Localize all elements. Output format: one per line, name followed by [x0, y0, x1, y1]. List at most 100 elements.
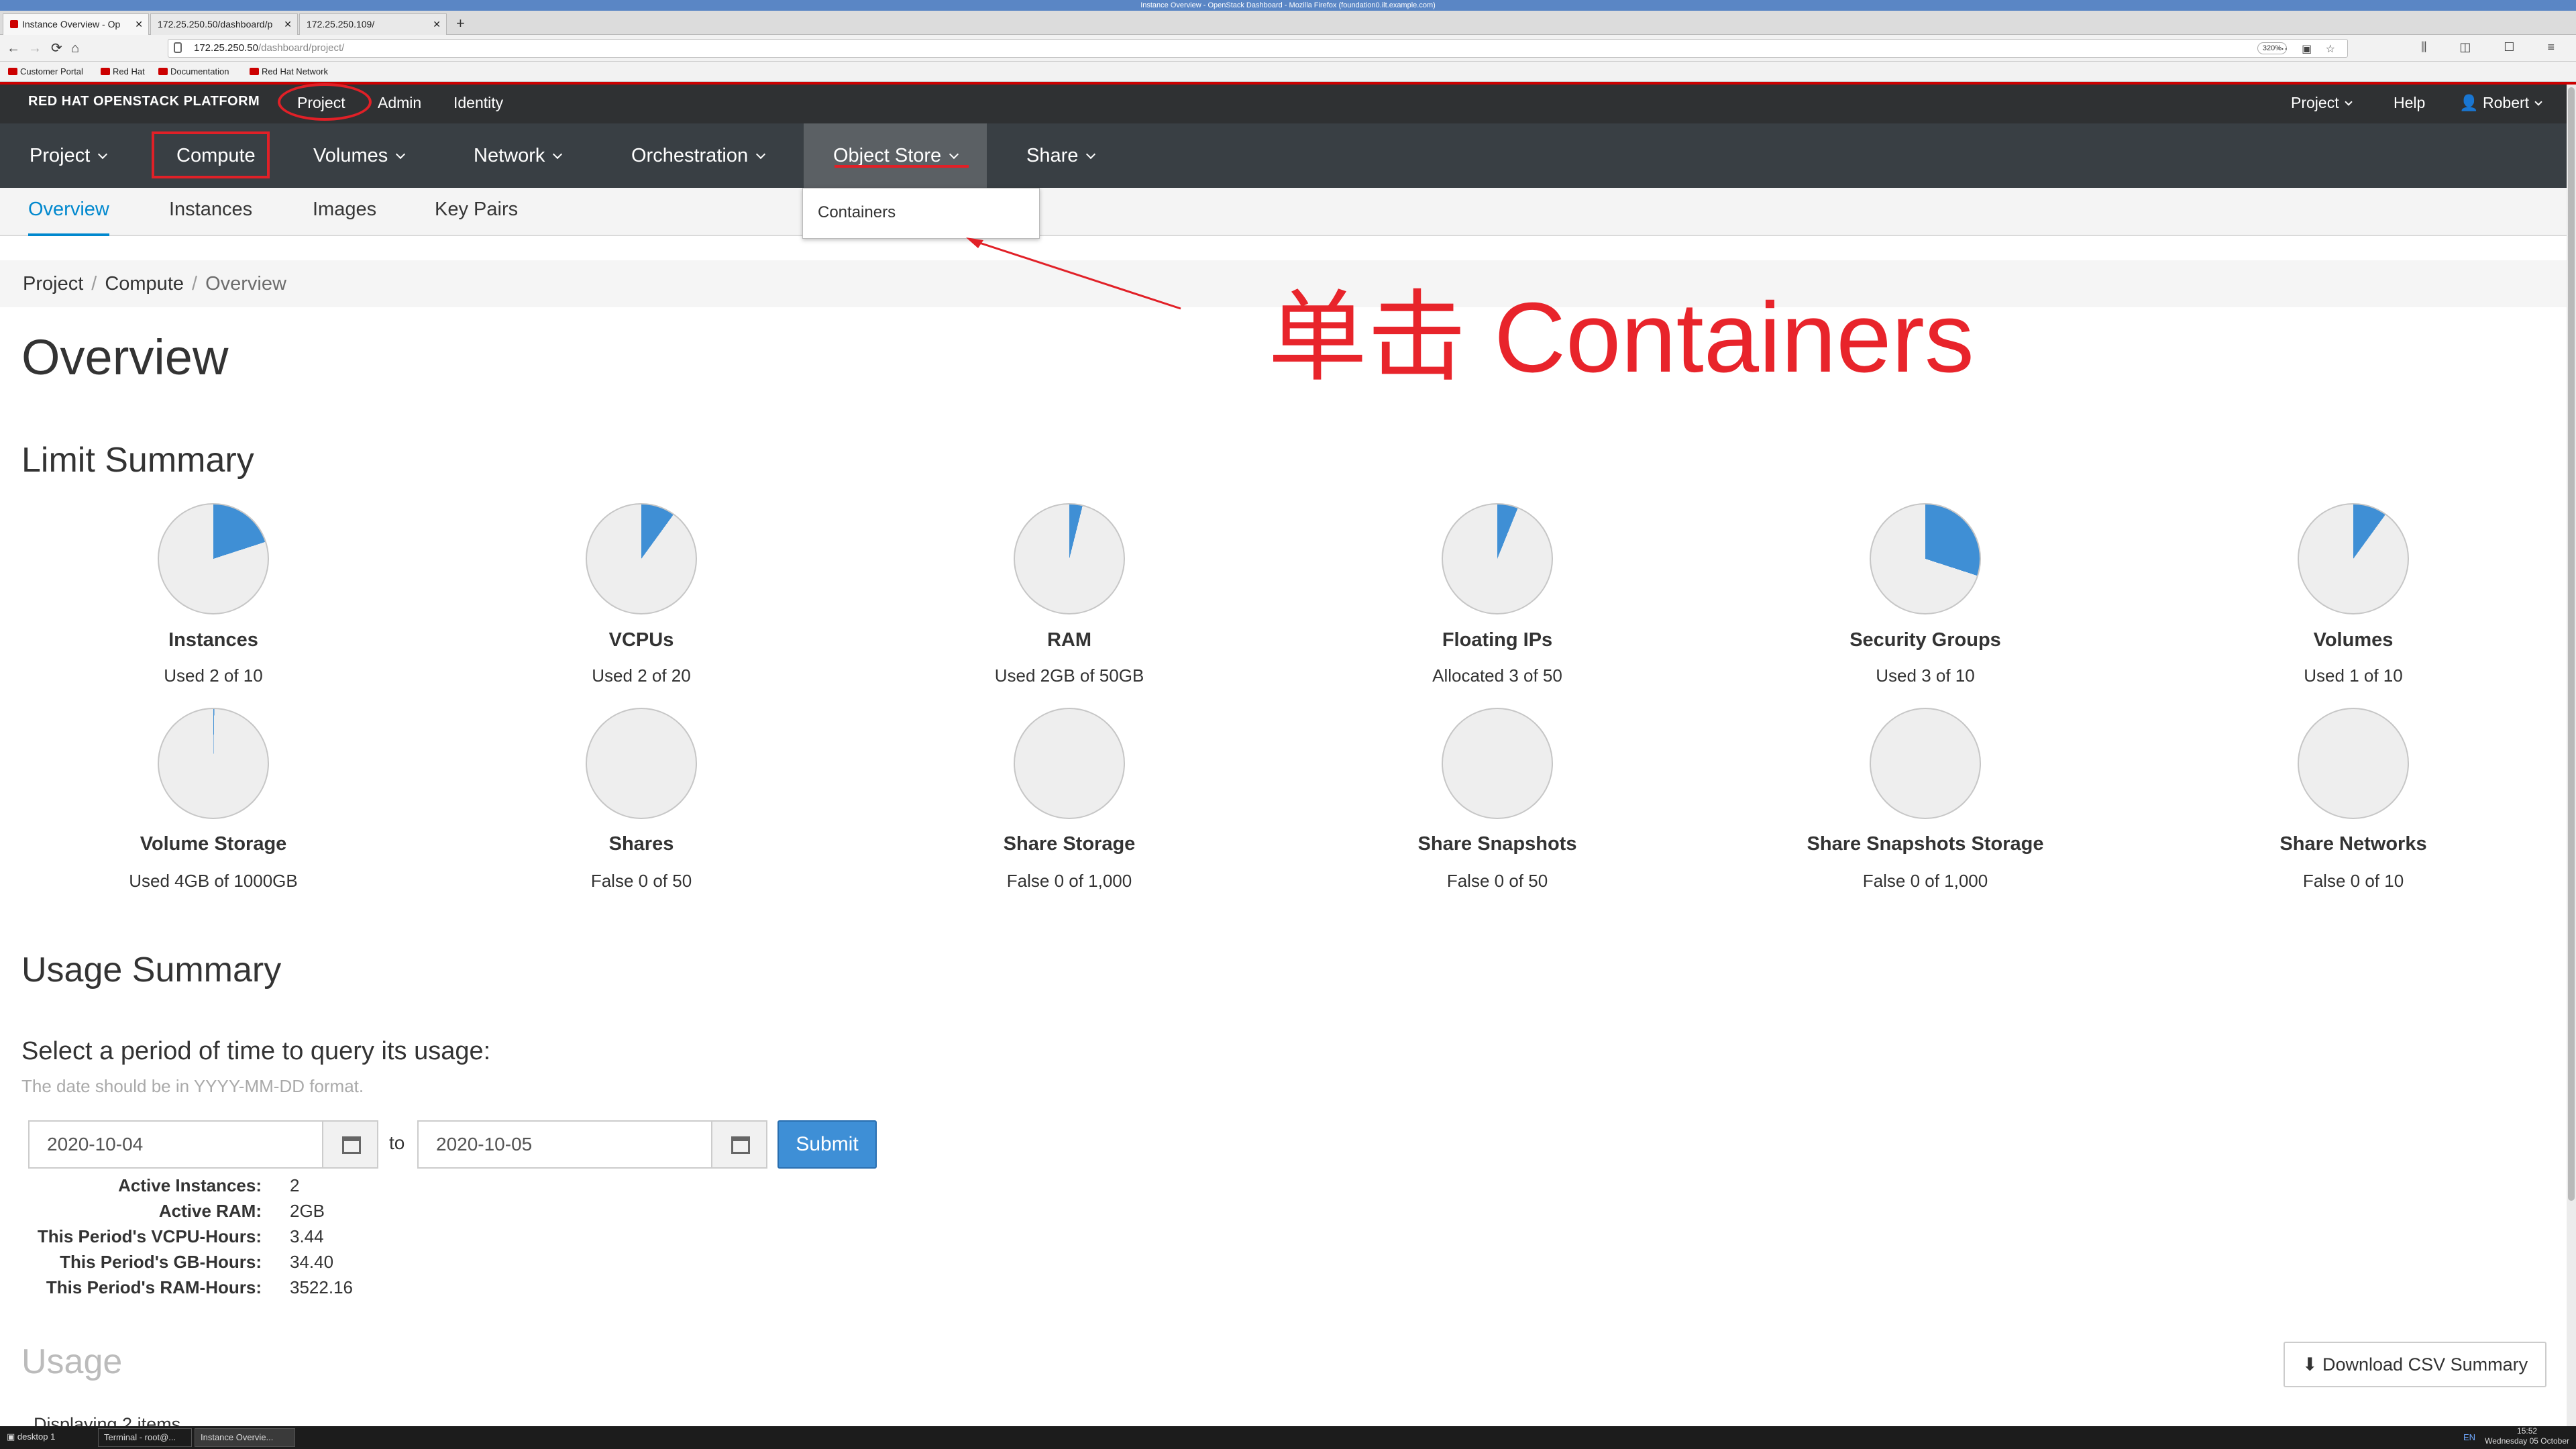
desktop-label: desktop 1 [17, 1432, 56, 1442]
limit-usage-text: Used 2 of 10 [164, 665, 263, 686]
bookmark-customer-portal[interactable]: Customer Portal [8, 66, 83, 76]
end-date-input[interactable]: 2020-10-05 [417, 1120, 712, 1169]
browser-tab-instance-overview[interactable]: Instance Overview - Op ✕ [3, 13, 149, 35]
bookmark-red-hat[interactable]: Red Hat [101, 66, 145, 76]
nav-label: Share [1026, 145, 1079, 166]
calendar-icon [342, 1136, 361, 1154]
project-nav: Project Compute Volumes Network Orchestr… [0, 123, 2576, 188]
taskbar-clock[interactable]: 15:52 Wednesday 05 October [2485, 1426, 2569, 1446]
masthead-admin-link[interactable]: Admin [378, 94, 421, 112]
tab-label: 172.25.250.109/ [307, 19, 375, 30]
limit-pie-chart [586, 503, 697, 614]
desktop-switcher[interactable]: ▣ desktop 1 [1, 1428, 95, 1447]
end-date-calendar-button[interactable] [711, 1120, 767, 1169]
limit-usage-text: Used 2GB of 50GB [994, 665, 1144, 686]
chevron-down-icon [553, 149, 563, 160]
dropdown-item-containers[interactable]: Containers [818, 203, 896, 222]
limit-pie-chart [586, 708, 697, 819]
usage-query-label: Select a period of time to query its usa… [21, 1037, 491, 1065]
limit-pie-chart [1870, 503, 1981, 614]
start-date-input[interactable]: 2020-10-04 [28, 1120, 323, 1169]
apps-menu-icon: ▣ [7, 1432, 15, 1442]
limit-name: Instances [168, 629, 258, 651]
limit-usage-text: False 0 of 10 [2302, 871, 2404, 891]
breadcrumb-project[interactable]: Project [23, 273, 83, 294]
close-tab-icon[interactable]: ✕ [135, 14, 143, 34]
taskbar-firefox[interactable]: Instance Overvie... [195, 1428, 295, 1447]
tab-key-pairs[interactable]: Key Pairs [435, 188, 518, 236]
date-format-hint: The date should be in YYYY-MM-DD format. [21, 1076, 364, 1096]
tab-overview[interactable]: Overview [28, 188, 109, 236]
annotation-underline-object-store [835, 165, 969, 168]
forward-icon[interactable]: → [28, 40, 42, 56]
download-csv-label: Download CSV Summary [2322, 1354, 2528, 1375]
user-menu[interactable]: 👤 Robert [2459, 94, 2542, 112]
start-date-calendar-button[interactable] [322, 1120, 378, 1169]
page-scrollbar[interactable] [2567, 85, 2576, 1426]
chevron-down-icon [396, 149, 406, 160]
clock-time: 15:52 [2517, 1426, 2538, 1436]
project-switcher[interactable]: Project [2291, 94, 2353, 112]
new-tab-icon[interactable]: + [456, 15, 465, 32]
close-tab-icon[interactable]: ✕ [433, 14, 441, 34]
redhat-favicon-icon [10, 20, 18, 28]
keyboard-layout-indicator[interactable]: EN [2463, 1432, 2475, 1442]
lock-icon [174, 42, 182, 53]
nav-project[interactable]: Project [0, 123, 136, 188]
chevron-down-icon [2534, 98, 2542, 106]
browser-toolbar: ← → ⟳ ⌂ 172.25.250.50/dashboard/project/… [0, 35, 2576, 62]
redhat-bookmark-icon [8, 68, 17, 75]
clock-date: Wednesday 05 October [2485, 1436, 2569, 1446]
bookmark-red-hat-network[interactable]: Red Hat Network [250, 66, 328, 76]
nav-orchestration[interactable]: Orchestration [602, 123, 794, 188]
toolbar-menu-icons[interactable]: ⫼ ◫ ☐ ≡ [2421, 40, 2569, 54]
back-icon[interactable]: ← [7, 40, 20, 56]
date-range-to-label: to [389, 1132, 405, 1153]
limit-pie-chart [1014, 503, 1125, 614]
tab-instances[interactable]: Instances [169, 188, 252, 236]
stat-vcpu-hours-label: This Period's VCPU-Hours: [37, 1226, 262, 1246]
task-label: Instance Overvie... [201, 1432, 274, 1442]
stat-ram-hours-label: This Period's RAM-Hours: [46, 1277, 262, 1297]
limit-name: Floating IPs [1442, 629, 1553, 651]
breadcrumb-separator: / [91, 273, 97, 294]
nav-label: Network [474, 145, 545, 166]
nav-object-store[interactable]: Object Store [804, 123, 987, 188]
tab-images[interactable]: Images [313, 188, 376, 236]
browser-tab-dashboard[interactable]: 172.25.250.50/dashboard/p ✕ [150, 13, 298, 35]
stat-active-instances-label: Active Instances: [118, 1175, 262, 1195]
nav-network[interactable]: Network [444, 123, 590, 188]
scrollbar-thumb[interactable] [2568, 87, 2575, 1201]
limit-pie-chart [158, 708, 269, 819]
nav-share[interactable]: Share [997, 123, 1124, 188]
breadcrumb-separator: / [192, 273, 198, 294]
limit-name: Share Snapshots Storage [1807, 833, 2044, 855]
bookmark-documentation[interactable]: Documentation [158, 66, 229, 76]
bookmark-label: Red Hat [113, 66, 145, 76]
limit-usage-text: Allocated 3 of 50 [1432, 665, 1562, 686]
home-icon[interactable]: ⌂ [71, 40, 79, 56]
os-taskbar: ▣ desktop 1 Terminal - root@... Instance… [0, 1426, 2576, 1449]
download-csv-button[interactable]: ⬇ Download CSV Summary [2284, 1342, 2546, 1387]
taskbar-terminal[interactable]: Terminal - root@... [98, 1428, 192, 1447]
limit-usage-text: False 0 of 50 [590, 871, 692, 891]
chevron-down-icon [949, 149, 959, 160]
masthead-identity-link[interactable]: Identity [453, 94, 503, 112]
brand-logo: RED HAT OPENSTACK PLATFORM [28, 94, 260, 109]
browser-tab-109[interactable]: 172.25.250.109/ ✕ [299, 13, 447, 35]
chevron-down-icon [756, 149, 766, 160]
close-tab-icon[interactable]: ✕ [284, 14, 292, 34]
reload-icon[interactable]: ⟳ [51, 40, 62, 56]
limit-name: Shares [608, 833, 674, 855]
nav-volumes[interactable]: Volumes [284, 123, 433, 188]
help-link[interactable]: Help [2394, 94, 2425, 112]
page-actions-icons[interactable]: ⋯ ▣ ☆ [2277, 41, 2341, 58]
breadcrumb-compute[interactable]: Compute [105, 273, 184, 294]
limit-usage-text: False 0 of 1,000 [1006, 871, 1132, 891]
task-label: Terminal - root@... [104, 1432, 176, 1442]
url-bar[interactable]: 172.25.250.50/dashboard/project/ 320% ⋯ … [168, 39, 2348, 58]
limit-name: Share Networks [2279, 833, 2427, 855]
usage-summary-heading: Usage Summary [21, 951, 282, 989]
stat-active-ram-value: 2GB [290, 1201, 325, 1221]
submit-button[interactable]: Submit [777, 1120, 877, 1169]
